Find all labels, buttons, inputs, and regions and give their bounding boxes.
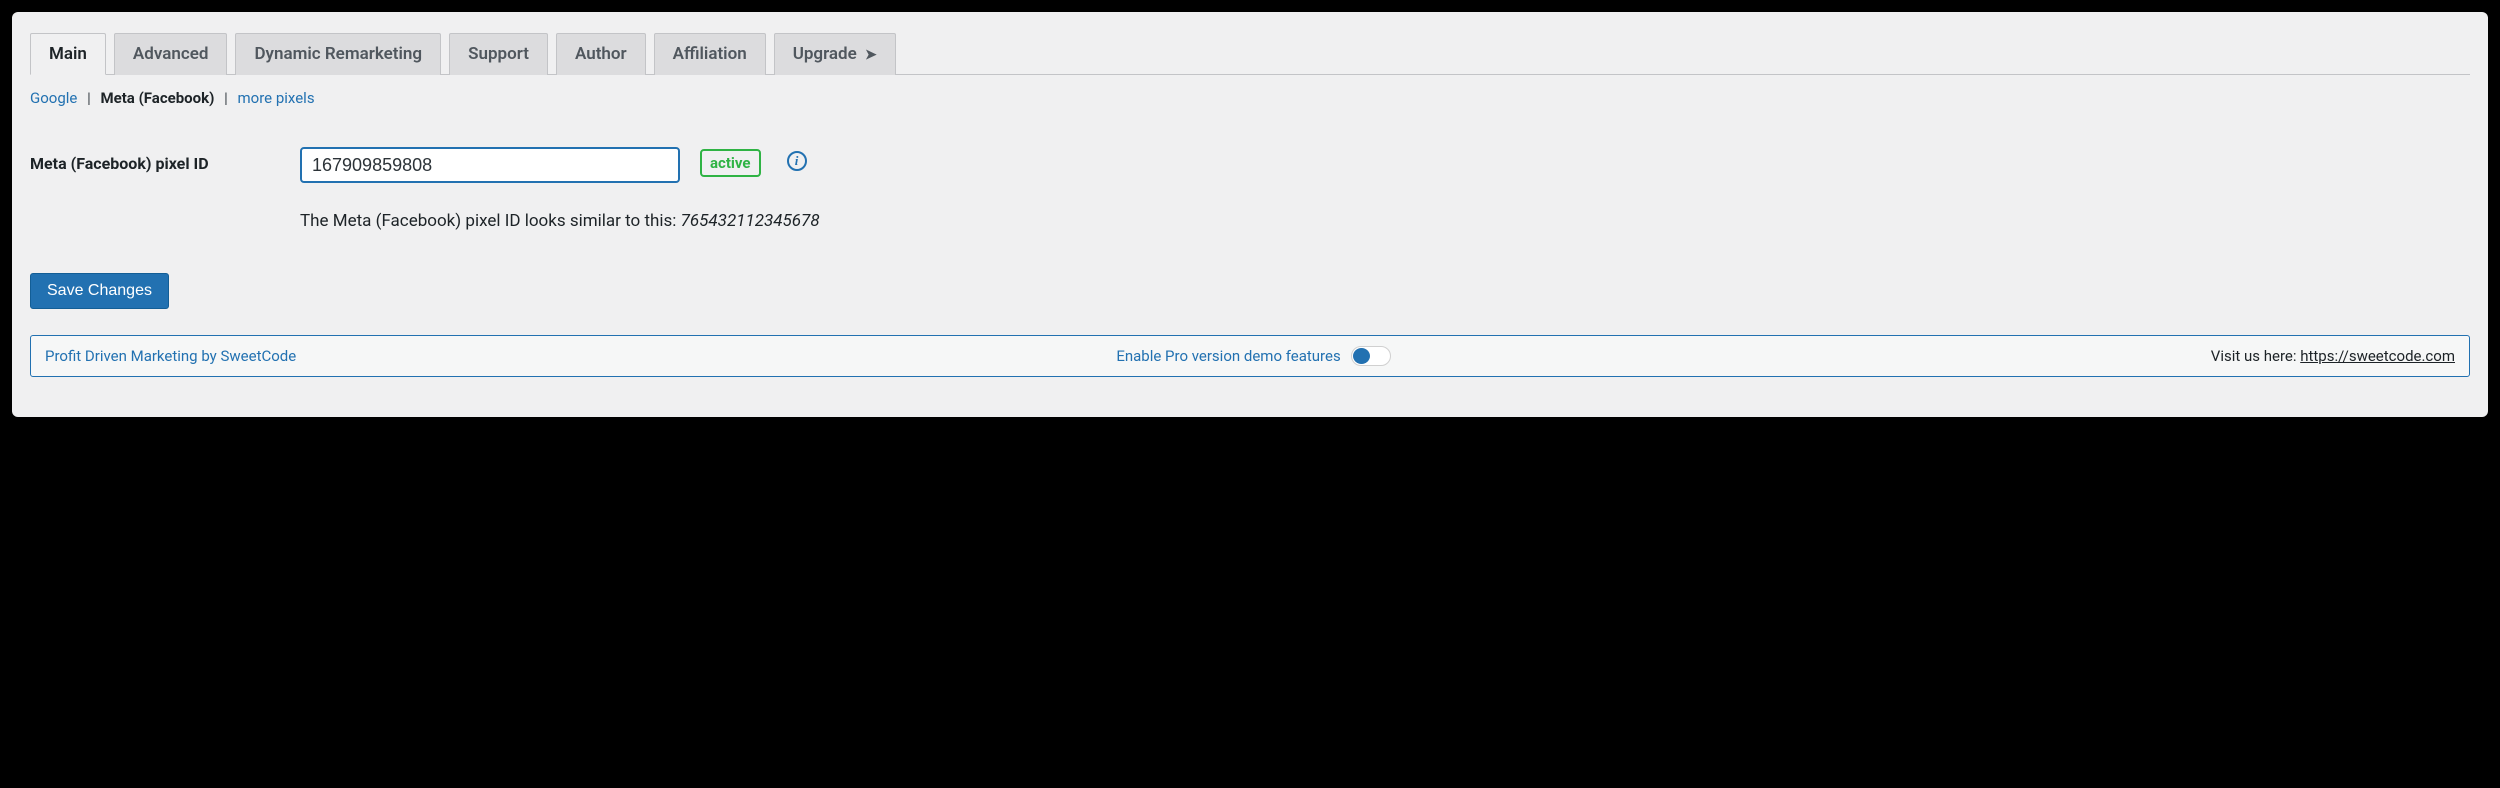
tab-upgrade-label: Upgrade [793, 44, 857, 64]
footer-demo-toggle-group: Enable Pro version demo features [1116, 346, 1390, 366]
tab-affiliation[interactable]: Affiliation [654, 33, 766, 75]
pixel-subnav: Google | Meta (Facebook) | more pixels [30, 89, 2470, 107]
subnav-google[interactable]: Google [30, 89, 77, 107]
footer-visit: Visit us here: https://sweetcode.com [2211, 347, 2455, 365]
tab-advanced[interactable]: Advanced [114, 33, 228, 75]
settings-panel: Main Advanced Dynamic Remarketing Suppor… [12, 12, 2488, 417]
tab-support[interactable]: Support [449, 33, 548, 75]
tab-upgrade[interactable]: Upgrade ➤ [774, 33, 896, 75]
helper-prefix: The Meta (Facebook) pixel ID looks simil… [300, 211, 681, 231]
demo-features-toggle[interactable] [1351, 346, 1391, 366]
footer-visit-link[interactable]: https://sweetcode.com [2300, 347, 2455, 365]
pixel-id-input[interactable] [300, 147, 680, 183]
footer-brand-link[interactable]: Profit Driven Marketing by SweetCode [45, 347, 296, 365]
footer-demo-label: Enable Pro version demo features [1116, 347, 1340, 365]
separator: | [224, 89, 228, 107]
tab-bar: Main Advanced Dynamic Remarketing Suppor… [30, 32, 2470, 75]
footer-bar: Profit Driven Marketing by SweetCode Ena… [30, 335, 2470, 377]
info-icon[interactable]: i [787, 151, 807, 171]
toggle-knob [1353, 348, 1370, 364]
tab-dynamic-remarketing[interactable]: Dynamic Remarketing [235, 33, 441, 75]
pixel-id-label: Meta (Facebook) pixel ID [30, 147, 290, 173]
subnav-more-pixels[interactable]: more pixels [238, 89, 315, 107]
pixel-id-row: Meta (Facebook) pixel ID active i [30, 147, 2470, 183]
tab-author[interactable]: Author [556, 33, 646, 75]
subnav-meta: Meta (Facebook) [101, 89, 215, 107]
save-changes-button[interactable]: Save Changes [30, 273, 169, 309]
status-badge: active [700, 149, 761, 177]
arrow-right-icon: ➤ [865, 47, 877, 63]
tab-main[interactable]: Main [30, 33, 106, 75]
separator: | [87, 89, 91, 107]
helper-example: 765432112345678 [681, 211, 820, 231]
footer-visit-prefix: Visit us here: [2211, 347, 2300, 365]
helper-text: The Meta (Facebook) pixel ID looks simil… [300, 211, 2470, 231]
